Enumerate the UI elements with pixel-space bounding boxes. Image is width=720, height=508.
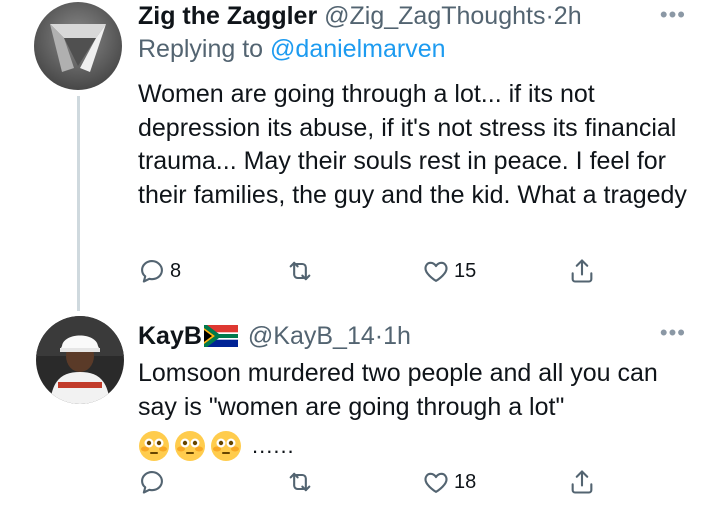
like-count: 18 <box>454 470 477 493</box>
heart-icon <box>424 261 448 282</box>
more-options-icon[interactable]: ••• <box>660 322 686 344</box>
thread-line <box>77 96 80 311</box>
more-options-icon[interactable]: ••• <box>660 4 686 26</box>
retweet-button[interactable] <box>286 257 318 285</box>
separator-dot: · <box>374 322 384 350</box>
south-africa-flag-icon <box>203 325 238 347</box>
tweet[interactable]: Zig the Zaggler @Zig_ZagThoughts·2h ••• … <box>0 0 720 311</box>
share-icon <box>571 259 593 283</box>
mention-link[interactable]: @danielmarven <box>270 35 445 63</box>
action-bar: 8 15 <box>138 257 698 287</box>
reply-icon <box>141 471 163 494</box>
reply-count: 8 <box>170 259 182 282</box>
tweet-header: Zig the Zaggler @Zig_ZagThoughts·2h <box>138 1 582 31</box>
separator-dot: · <box>545 2 554 30</box>
reply-button[interactable]: 8 <box>138 257 181 285</box>
share-button[interactable] <box>568 257 596 285</box>
tweet-header: KayB @KayB_14·1h <box>138 321 411 351</box>
timestamp[interactable]: 2h <box>554 2 582 30</box>
ellipsis-text: ...... <box>252 433 295 458</box>
retweet-icon <box>289 472 311 492</box>
avatar[interactable] <box>34 2 122 90</box>
flushed-face-emoji <box>175 431 205 461</box>
user-handle[interactable]: @Zig_ZagThoughts <box>324 2 545 30</box>
reply-button[interactable] <box>138 468 170 496</box>
retweet-icon <box>289 261 311 281</box>
tweet-text: Women are going through a lot... if its … <box>138 80 687 209</box>
action-bar: 18 <box>138 468 698 498</box>
tweet[interactable]: KayB @KayB_14·1h ••• Lomsoon murdered tw… <box>0 312 720 508</box>
share-button[interactable] <box>568 468 596 496</box>
display-name[interactable]: KayB <box>138 322 202 350</box>
like-button[interactable]: 18 <box>422 468 476 496</box>
display-name[interactable]: Zig the Zaggler <box>138 2 317 30</box>
replying-to-label: Replying to <box>138 35 264 63</box>
flushed-face-emoji <box>139 431 169 461</box>
reply-icon <box>141 260 163 283</box>
like-button[interactable]: 15 <box>422 257 476 285</box>
share-icon <box>571 470 593 494</box>
tweet-text: Lomsoon murdered two people and all you … <box>138 359 658 421</box>
flushed-face-emoji <box>211 431 241 461</box>
retweet-button[interactable] <box>286 468 318 496</box>
replying-to: Replying to @danielmarven <box>138 34 446 64</box>
user-handle[interactable]: @KayB_14 <box>248 322 375 350</box>
avatar[interactable] <box>36 316 124 404</box>
timestamp[interactable]: 1h <box>383 322 411 350</box>
heart-icon <box>424 472 448 493</box>
like-count: 15 <box>454 259 477 282</box>
emoji-row: ...... <box>138 430 295 462</box>
